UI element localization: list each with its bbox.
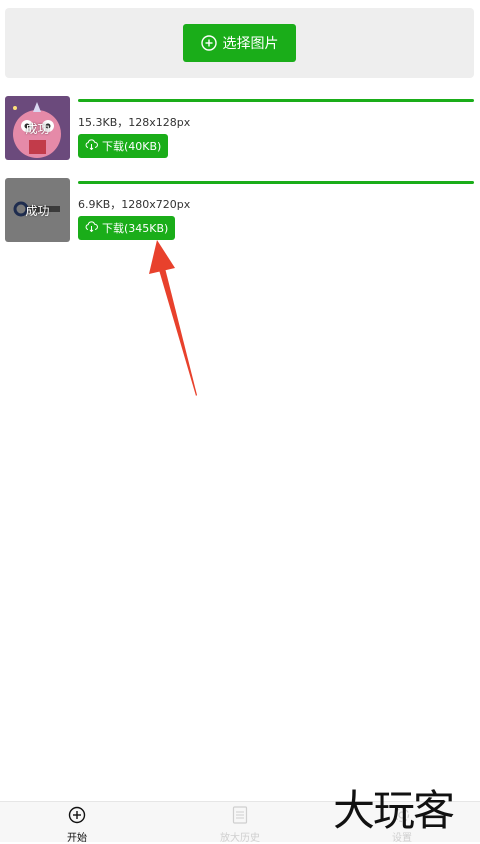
download-button[interactable]: 下载(345KB) bbox=[78, 216, 176, 240]
list-item: 成功 6.9KB，1280x720px 下载(345KB) bbox=[5, 178, 475, 244]
status-label: 成功 bbox=[25, 203, 50, 218]
document-icon bbox=[232, 806, 248, 827]
cloud-download-icon bbox=[85, 139, 98, 153]
tab-start[interactable]: 开始 bbox=[27, 806, 127, 844]
download-label: 下载(40KB) bbox=[102, 140, 162, 153]
download-label: 下载(345KB) bbox=[102, 222, 169, 235]
thumbnail-image[interactable]: 成功 bbox=[5, 178, 70, 242]
download-button[interactable]: 下载(40KB) bbox=[78, 134, 169, 158]
progress-fill bbox=[78, 99, 474, 102]
status-label: 成功 bbox=[25, 121, 50, 136]
tab-label: 开始 bbox=[67, 833, 87, 844]
watermark-logo: 大玩客 bbox=[333, 786, 455, 835]
select-image-button[interactable]: 选择图片 bbox=[183, 24, 296, 62]
file-info: 6.9KB，1280x720px bbox=[78, 198, 191, 211]
tab-label: 放大历史 bbox=[220, 833, 260, 844]
tab-history[interactable]: 放大历史 bbox=[190, 806, 290, 844]
progress-bar bbox=[78, 181, 474, 184]
progress-fill bbox=[78, 181, 474, 184]
plus-circle-icon bbox=[68, 806, 86, 827]
progress-bar bbox=[78, 99, 474, 102]
select-image-label: 选择图片 bbox=[222, 36, 279, 52]
annotation-arrow bbox=[149, 240, 197, 396]
list-item: 成功 15.3KB，128x128px 下载(40KB) bbox=[5, 96, 475, 162]
cloud-download-icon bbox=[85, 221, 98, 235]
file-info: 15.3KB，128x128px bbox=[78, 116, 191, 129]
thumbnail-image[interactable]: 成功 bbox=[5, 96, 70, 160]
plus-circle-icon bbox=[200, 35, 217, 51]
